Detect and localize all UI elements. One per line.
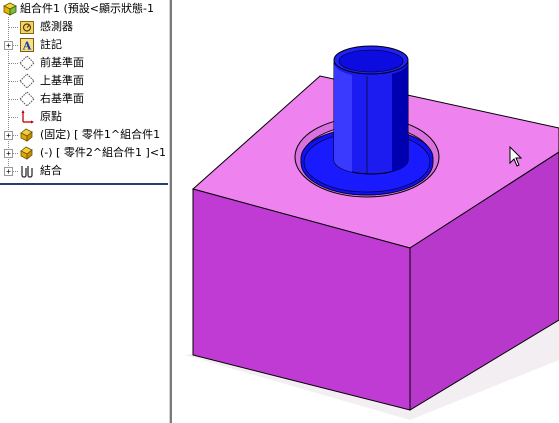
tree-connector-h <box>9 117 18 118</box>
tree-item-label: 右基準面 <box>40 92 84 105</box>
tree-panel-separator <box>0 183 168 185</box>
tree-item-sensors[interactable]: 感測器 <box>0 19 169 36</box>
tree-connector-h <box>9 27 18 28</box>
plane-icon <box>19 55 35 71</box>
tree-connector-h <box>13 45 18 46</box>
assembly-model-render <box>185 45 559 420</box>
tree-connector-h <box>13 153 18 154</box>
annotation-icon: A <box>19 37 35 53</box>
tree-root-label: 組合件1 (預設<顯示狀態-1 <box>20 2 154 15</box>
tree-connector-h <box>9 99 18 100</box>
cylinder-shade <box>392 62 409 172</box>
tree-connector-h <box>13 171 18 172</box>
tree-item-label: 結合 <box>40 164 62 177</box>
tree-item-right-plane[interactable]: 右基準面 <box>0 91 169 108</box>
sensor-icon <box>19 19 35 35</box>
tree-root-assembly[interactable]: 組合件1 (預設<顯示狀態-1 <box>0 1 169 18</box>
graphics-area[interactable] <box>172 0 559 423</box>
tree-item-top-plane[interactable]: 上基準面 <box>0 73 169 90</box>
tree-item-front-plane[interactable]: 前基準面 <box>0 55 169 72</box>
tree-item-label: (固定) [ 零件1^組合件1 <box>40 128 161 141</box>
cylinder-top-inner <box>338 49 404 73</box>
plane-icon <box>19 91 35 107</box>
tree-item-label: 感測器 <box>40 20 73 33</box>
mouse-cursor <box>509 146 523 168</box>
tree-item-label: 註記 <box>40 38 62 51</box>
expand-toggle[interactable]: + <box>4 41 13 50</box>
tree-item-part1[interactable]: + (固定) [ 零件1^組合件1 <box>0 127 169 144</box>
part-icon <box>19 127 35 143</box>
tree-connector-h <box>9 63 18 64</box>
feature-manager-tree: 組合件1 (預設<顯示狀態-1 感測器 + A 註記 前基準面 上基準面 右基準… <box>0 0 169 423</box>
tree-connector-h <box>13 135 18 136</box>
tree-item-annotations[interactable]: + A 註記 <box>0 37 169 54</box>
tree-item-mates[interactable]: + 結合 <box>0 163 169 180</box>
tree-item-origin[interactable]: 原點 <box>0 109 169 126</box>
plane-icon <box>19 73 35 89</box>
tree-item-label: 上基準面 <box>40 74 84 87</box>
expand-toggle[interactable]: + <box>4 149 13 158</box>
assembly-icon <box>2 1 18 17</box>
svg-text:A: A <box>22 40 32 53</box>
cylinder-highlight <box>333 62 352 172</box>
expand-toggle[interactable]: + <box>4 131 13 140</box>
tree-connector-h <box>9 81 18 82</box>
tree-item-label: (-) [ 零件2^組合件1 ]<1 <box>40 146 167 159</box>
tree-item-part2[interactable]: + (-) [ 零件2^組合件1 ]<1 <box>0 145 169 162</box>
mates-icon <box>19 163 35 179</box>
origin-icon <box>19 109 35 125</box>
expand-toggle[interactable]: + <box>4 167 13 176</box>
tree-item-label: 原點 <box>40 110 62 123</box>
tree-item-label: 前基準面 <box>40 56 84 69</box>
part-icon <box>19 145 35 161</box>
